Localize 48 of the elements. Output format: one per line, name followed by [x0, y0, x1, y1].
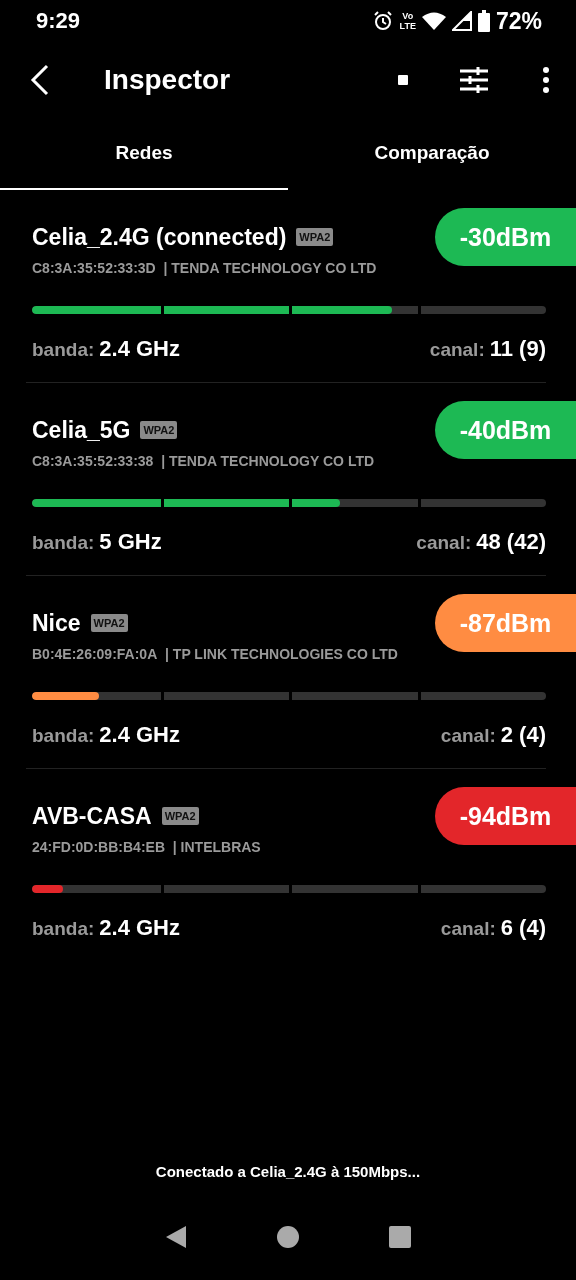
security-tag: WPA2 — [140, 421, 178, 439]
band-label: banda: — [32, 532, 95, 554]
signal-strength-badge: -30dBm — [435, 208, 576, 266]
band-value: 5 GHz — [99, 529, 162, 555]
channel-value: 11 (9) — [489, 336, 546, 362]
channel-value: 48 (42) — [476, 529, 546, 555]
connection-status-text: Conectado a Celia_2.4G à 150Mbps... — [154, 1163, 422, 1182]
band-value: 2.4 GHz — [99, 336, 180, 362]
network-name: Celia_5G — [32, 416, 131, 444]
band-label: banda: — [32, 339, 95, 361]
battery-icon — [477, 10, 490, 32]
mac-vendor-text: B0:4E:26:09:FA:0A | TP LINK TECHNOLOGIES CO LTD — [32, 646, 399, 662]
more-options-button[interactable] — [542, 67, 550, 93]
wifi-icon — [421, 12, 446, 30]
band-label: banda: — [32, 918, 95, 940]
network-name: AVB-CASA — [32, 802, 152, 830]
channel-label: canal: — [416, 532, 472, 554]
back-nav-icon[interactable] — [164, 1225, 188, 1249]
security-tag: WPA2 — [161, 807, 199, 825]
mac-vendor-text: C8:3A:35:52:33:38 | TENDA TECHNOLOGY CO LTD — [32, 453, 376, 469]
battery-level: 72% — [495, 7, 542, 35]
channel-value: 2 (4) — [500, 722, 546, 748]
filter-button[interactable] — [460, 67, 488, 93]
tab[interactable]: Redes — [0, 118, 288, 190]
channel-value: 6 (4) — [500, 915, 546, 941]
cell-signal-icon — [451, 11, 472, 31]
screen-title: Inspector — [104, 64, 231, 96]
channel-label: canal: — [440, 918, 496, 940]
mac-vendor-text: C8:3A:35:52:33:3D | TENDA TECHNOLOGY CO LTD — [32, 260, 378, 276]
signal-strength-badge: -40dBm — [435, 401, 576, 459]
tab[interactable]: Comparação — [288, 118, 576, 190]
channel-label: canal: — [440, 725, 496, 747]
network-name: Celia_2.4G (connected) — [32, 223, 287, 251]
recents-nav-icon[interactable] — [388, 1225, 412, 1249]
back-button[interactable] — [30, 64, 50, 96]
mac-vendor-text: 24:FD:0D:BB:B4:EB | INTELBRAS — [32, 839, 262, 855]
network-name: Nice — [32, 609, 81, 637]
channel-label: canal: — [429, 339, 485, 361]
band-value: 2.4 GHz — [99, 722, 180, 748]
home-nav-icon[interactable] — [276, 1225, 300, 1249]
signal-strength-badge: -94dBm — [435, 787, 576, 845]
security-tag: WPA2 — [296, 228, 334, 246]
signal-strength-badge: -87dBm — [435, 594, 576, 652]
security-tag: WPA2 — [90, 614, 128, 632]
status-time: 9:29 — [36, 8, 81, 34]
band-value: 2.4 GHz — [99, 915, 180, 941]
band-label: banda: — [32, 725, 95, 747]
network-type-label: Vo LTE — [399, 11, 416, 31]
